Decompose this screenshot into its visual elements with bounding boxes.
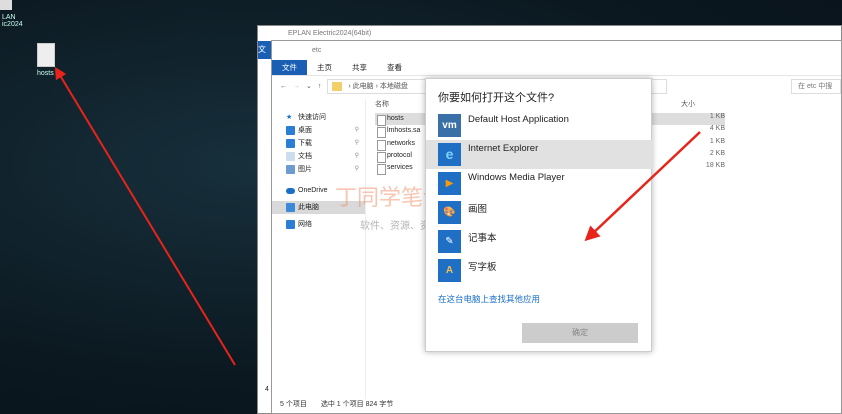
red-arrow-right	[584, 131, 701, 242]
red-arrow-left	[54, 66, 236, 366]
annotation-arrows	[54, 66, 701, 366]
